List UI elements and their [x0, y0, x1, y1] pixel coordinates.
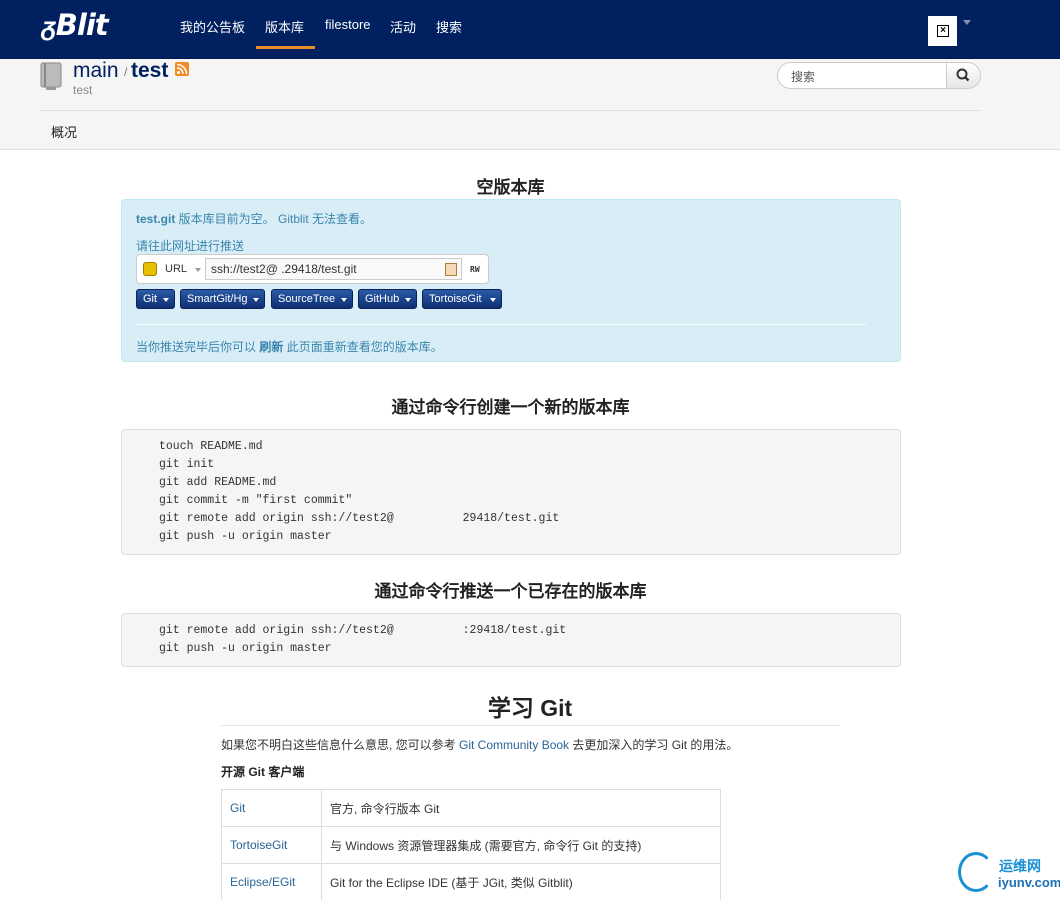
client-name-link[interactable]: TortoiseGit [221, 826, 322, 864]
copy-clipboard-icon[interactable] [445, 263, 457, 276]
table-row: Git 官方, 命令行版本 Git [221, 789, 721, 827]
push-existing-code: git remote add origin ssh://test2@ :2941… [121, 613, 901, 667]
top-navbar: ᵹBlit 我的公告板 版本库 filestore 活动 搜索 × [0, 0, 1060, 59]
watermark-logo: 运维网 iyunv.com [955, 852, 1060, 900]
repo-git-name: test.git [136, 212, 176, 226]
watermark-text-domain: iyunv.com [998, 875, 1060, 890]
empty-repo-heading: 空版本库 [476, 178, 545, 197]
search-icon [956, 68, 970, 82]
nav-dashboard[interactable]: 我的公告板 [180, 17, 245, 36]
sourcetree-client-button[interactable]: SourceTree [271, 289, 353, 309]
learn-text-post: 去更加深入的学习 Git 的用法。 [569, 738, 739, 752]
nav-filestore[interactable]: filestore [325, 17, 371, 32]
git-community-book-link[interactable]: Git Community Book [459, 738, 569, 752]
access-permission-badge: RW [470, 265, 480, 274]
refresh-hint-pre: 当你推送完毕后你可以 [136, 340, 260, 354]
repo-search-input[interactable]: 搜索 [777, 62, 947, 89]
repo-project-link[interactable]: main [73, 59, 119, 83]
smartgit-client-button[interactable]: SmartGit/Hg [180, 289, 265, 309]
header-divider [40, 110, 981, 111]
client-name-link[interactable]: Eclipse/EGit [221, 863, 322, 900]
create-repo-code: touch README.md git init git add README.… [121, 429, 901, 555]
nav-activity[interactable]: 活动 [390, 17, 416, 36]
repo-url-field[interactable]: ssh://test2@ .29418/test.git [205, 258, 462, 280]
table-row: Eclipse/EGit Git for the Eclipse IDE (基于… [221, 863, 721, 900]
push-existing-heading: 通过命令行推送一个已存在的版本库 [374, 582, 647, 601]
repo-path-separator: / [124, 65, 128, 79]
user-menu-caret-icon[interactable] [963, 20, 971, 25]
git-client-button[interactable]: Git [136, 289, 175, 309]
tortoisegit-client-button[interactable]: TortoiseGit [422, 289, 502, 309]
open-source-clients-heading: 开源 Git 客户端 [221, 765, 305, 779]
github-client-button[interactable]: GitHub [358, 289, 417, 309]
client-description: 官方, 命令行版本 Git [321, 789, 721, 827]
user-avatar-button[interactable]: × [928, 16, 957, 46]
create-repo-heading: 通过命令行创建一个新的版本库 [391, 398, 630, 417]
tab-summary[interactable]: 概况 [51, 122, 77, 141]
empty-repo-message-text: 版本库目前为空。 Gitblit 无法查看。 [175, 212, 373, 226]
repo-name-link[interactable]: test [131, 59, 168, 83]
brand-glyph: ᵹ [42, 12, 56, 42]
url-protocol-dropdown[interactable]: URL [165, 263, 187, 275]
learn-git-heading: 学习 Git [487, 695, 573, 721]
learn-text-pre: 如果您不明白这些信息什么意思, 您可以参考 [221, 738, 460, 752]
client-description: Git for the Eclipse IDE (基于 JGit, 类似 Git… [321, 863, 721, 900]
git-clients-table: Git 官方, 命令行版本 Git TortoiseGit 与 Windows … [221, 789, 721, 900]
repository-book-icon [40, 62, 62, 90]
gitblit-logo[interactable]: ᵹBlit [42, 8, 109, 42]
client-description: 与 Windows 资源管理器集成 (需要官方, 命令行 Git 的支持) [321, 826, 721, 864]
repo-description: test [73, 83, 93, 97]
active-tab-indicator [256, 46, 315, 49]
watermark-text-cn: 运维网 [999, 858, 1041, 874]
watermark-swoosh-icon [958, 852, 994, 892]
repo-url-panel: URL ssh://test2@ .29418/test.git RW [136, 254, 489, 284]
lock-icon [143, 262, 157, 276]
chevron-down-icon[interactable] [195, 268, 201, 272]
rss-feed-icon[interactable] [175, 62, 189, 76]
broken-image-icon: × [937, 25, 949, 37]
learn-divider [221, 725, 840, 726]
nav-repositories[interactable]: 版本库 [265, 17, 304, 36]
push-url-hint: 请往此网址进行推送 [136, 239, 245, 253]
learn-git-text: 如果您不明白这些信息什么意思, 您可以参考 Git Community Book… [221, 736, 738, 753]
table-row: TortoiseGit 与 Windows 资源管理器集成 (需要官方, 命令行… [221, 826, 721, 864]
client-name-link[interactable]: Git [221, 789, 322, 827]
search-button[interactable] [946, 62, 981, 89]
refresh-hint: 当你推送完毕后你可以 刷新 此页面重新查看您的版本库。 [136, 338, 443, 355]
nav-search[interactable]: 搜索 [436, 17, 462, 36]
alert-divider [136, 324, 866, 325]
refresh-hint-post: 此页面重新查看您的版本库。 [283, 340, 443, 354]
brand-text: Blit [55, 8, 109, 42]
refresh-link[interactable]: 刷新 [259, 340, 283, 354]
empty-repo-message: test.git 版本库目前为空。 Gitblit 无法查看。 [136, 210, 372, 227]
empty-repo-alert: test.git 版本库目前为空。 Gitblit 无法查看。 请往此网址进行推… [121, 199, 901, 362]
